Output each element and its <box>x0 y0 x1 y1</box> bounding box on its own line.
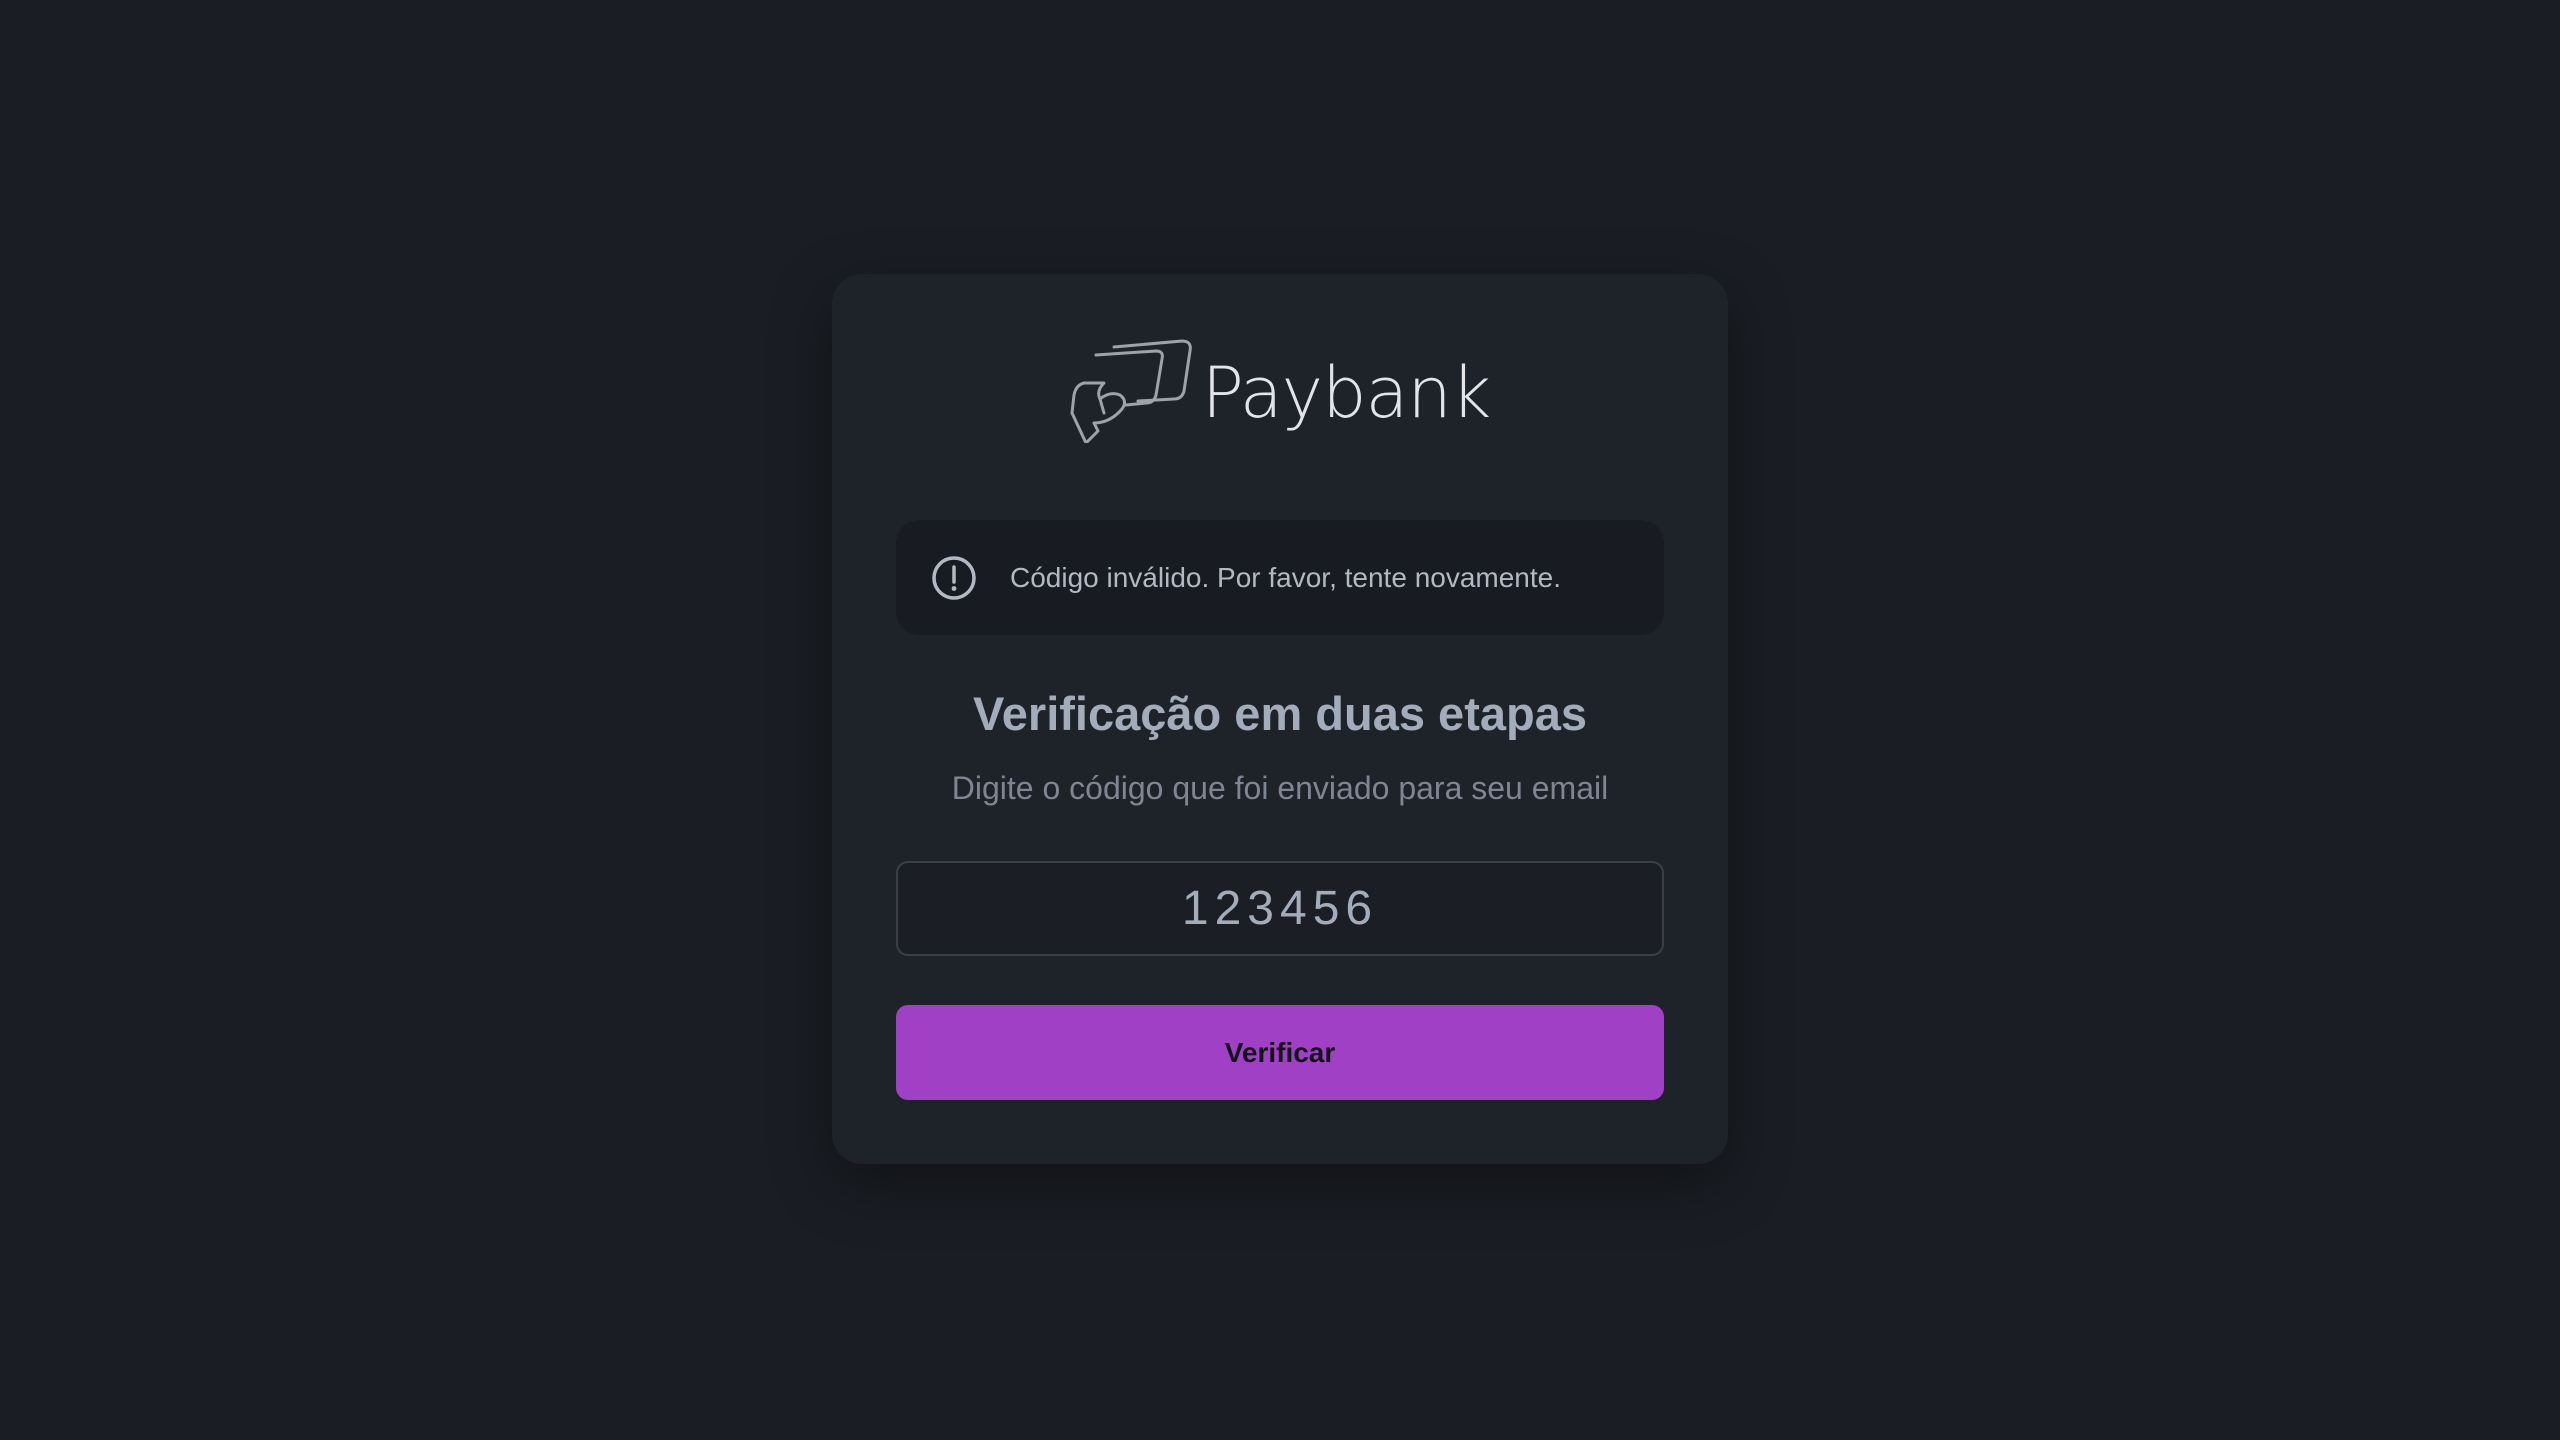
verification-code-input[interactable] <box>896 861 1664 956</box>
page-subtitle: Digite o código que foi enviado para seu… <box>951 770 1609 806</box>
paybank-cards-hand-icon <box>1070 339 1194 443</box>
exclamation-circle-icon <box>930 554 978 602</box>
error-alert: Código inválido. Por favor, tente novame… <box>896 520 1664 635</box>
error-message: Código inválido. Por favor, tente novame… <box>1010 561 1562 593</box>
logo-text: Paybank <box>1201 352 1492 434</box>
page-title: Verificação em duas etapas <box>973 687 1587 740</box>
verify-button[interactable]: Verificar <box>896 1005 1664 1100</box>
verification-card: Paybank Código inválido. Por favor, tent… <box>832 274 1728 1164</box>
paybank-logo: Paybank <box>832 336 1728 446</box>
